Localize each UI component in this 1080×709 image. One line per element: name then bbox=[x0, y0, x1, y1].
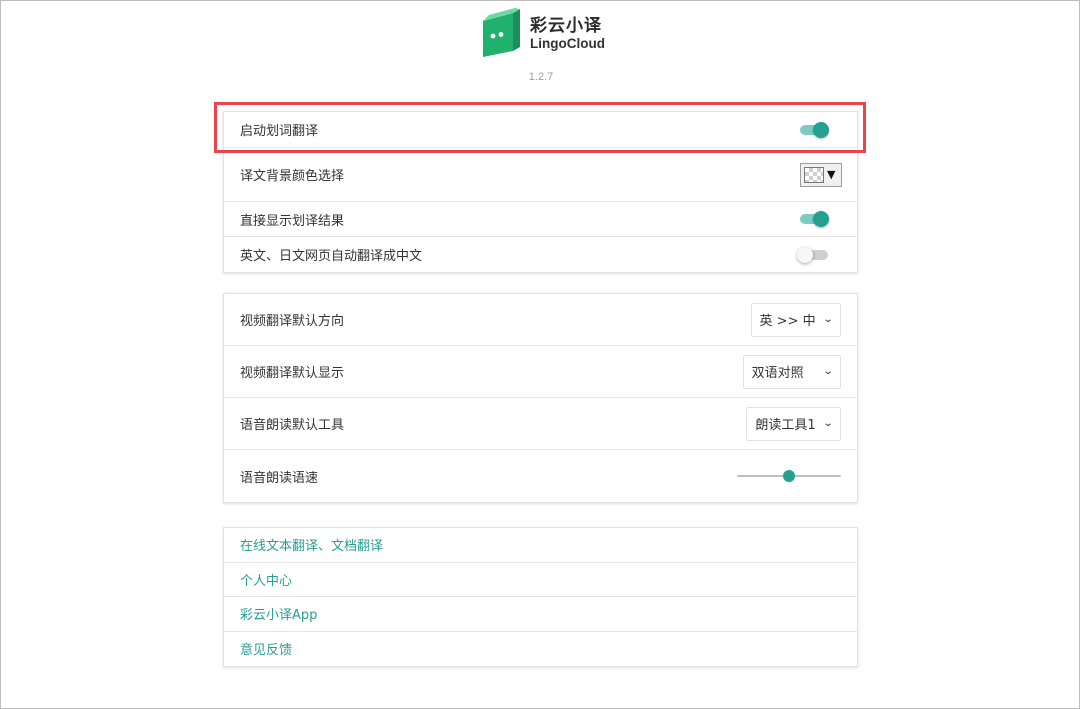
link-row[interactable]: 个人中心 bbox=[224, 563, 857, 598]
online-translate-link[interactable]: 在线文本翻译、文档翻译 bbox=[240, 535, 383, 554]
video-display-row: 视频翻译默认显示 双语对照 ⌄ bbox=[224, 346, 857, 398]
direct-show-label: 直接显示划译结果 bbox=[240, 210, 799, 229]
transparent-swatch-icon bbox=[804, 167, 824, 183]
auto-translate-label: 英文、日文网页自动翻译成中文 bbox=[240, 245, 799, 264]
chevron-down-icon: ⌄ bbox=[822, 314, 833, 325]
tts-speed-slider[interactable] bbox=[737, 469, 841, 483]
tts-tool-value: 朗读工具1 bbox=[755, 414, 815, 433]
video-direction-value: 英 >> 中 bbox=[760, 310, 816, 329]
tts-speed-label: 语音朗读语速 bbox=[240, 467, 737, 486]
feedback-link[interactable]: 意见反馈 bbox=[240, 639, 292, 658]
links-card: 在线文本翻译、文档翻译 个人中心 彩云小译App 意见反馈 bbox=[223, 527, 858, 667]
selection-translate-label: 启动划词翻译 bbox=[240, 120, 799, 139]
direct-show-row: 直接显示划译结果 bbox=[224, 202, 857, 237]
tts-tool-row: 语音朗读默认工具 朗读工具1 ⌄ bbox=[224, 398, 857, 450]
link-row[interactable]: 彩云小译App bbox=[224, 597, 857, 632]
tts-tool-select[interactable]: 朗读工具1 ⌄ bbox=[746, 407, 841, 441]
lingocloud-logo-icon bbox=[479, 7, 523, 57]
video-display-select[interactable]: 双语对照 ⌄ bbox=[743, 355, 841, 389]
video-direction-label: 视频翻译默认方向 bbox=[240, 310, 751, 329]
selection-translate-row: 启动划词翻译 bbox=[224, 112, 857, 148]
link-row[interactable]: 在线文本翻译、文档翻译 bbox=[224, 528, 857, 563]
selection-translate-toggle[interactable] bbox=[799, 122, 829, 138]
link-row[interactable]: 意见反馈 bbox=[224, 632, 857, 667]
video-display-value: 双语对照 bbox=[752, 362, 804, 381]
translation-settings-card: 启动划词翻译 译文背景颜色选择 ▼ 直接显示划译结果 英文、日文网页自动翻译成中… bbox=[223, 111, 858, 273]
video-direction-select[interactable]: 英 >> 中 ⌄ bbox=[751, 303, 841, 337]
popup-window: 彩云小译 LingoCloud 1.2.7 启动划词翻译 译文背景颜色选择 ▼ … bbox=[0, 0, 1080, 709]
bg-color-label: 译文背景颜色选择 bbox=[240, 165, 800, 184]
version-label: 1.2.7 bbox=[1, 71, 1080, 83]
auto-translate-toggle[interactable] bbox=[799, 247, 829, 263]
auto-translate-row: 英文、日文网页自动翻译成中文 bbox=[224, 237, 857, 272]
app-link[interactable]: 彩云小译App bbox=[240, 604, 317, 623]
media-settings-card: 视频翻译默认方向 英 >> 中 ⌄ 视频翻译默认显示 双语对照 ⌄ 语音朗读默认… bbox=[223, 293, 858, 503]
header: 彩云小译 LingoCloud 1.2.7 bbox=[1, 1, 1080, 96]
video-display-label: 视频翻译默认显示 bbox=[240, 362, 743, 381]
chevron-down-icon: ⌄ bbox=[822, 366, 833, 377]
bg-color-picker[interactable]: ▼ bbox=[800, 163, 842, 187]
brand-name-cn: 彩云小译 bbox=[530, 11, 602, 36]
brand-name-en: LingoCloud bbox=[530, 36, 605, 51]
dropdown-triangle-icon: ▼ bbox=[827, 168, 835, 181]
direct-show-toggle[interactable] bbox=[799, 211, 829, 227]
slider-thumb[interactable] bbox=[783, 470, 795, 482]
tts-tool-label: 语音朗读默认工具 bbox=[240, 414, 746, 433]
tts-speed-row: 语音朗读语速 bbox=[224, 450, 857, 502]
personal-center-link[interactable]: 个人中心 bbox=[240, 570, 292, 589]
toggle-knob bbox=[813, 211, 829, 227]
bg-color-row: 译文背景颜色选择 ▼ bbox=[224, 148, 857, 202]
chevron-down-icon: ⌄ bbox=[822, 418, 833, 429]
toggle-knob bbox=[813, 122, 829, 138]
toggle-knob bbox=[797, 247, 813, 263]
video-direction-row: 视频翻译默认方向 英 >> 中 ⌄ bbox=[224, 294, 857, 346]
